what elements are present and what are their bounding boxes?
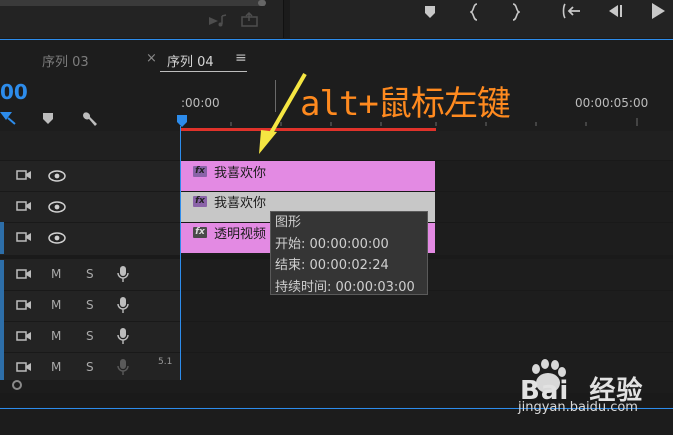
playhead-line[interactable] <box>180 126 181 380</box>
sequence-tab-bar <box>0 41 673 75</box>
tooltip-end: 结束: 00:00:02:24 <box>275 258 389 273</box>
music-note-icon[interactable] <box>208 14 228 28</box>
microphone-icon[interactable] <box>117 265 129 283</box>
panel-divider <box>0 39 673 40</box>
step-back-icon[interactable] <box>606 3 624 19</box>
solo-button[interactable]: S <box>86 267 94 281</box>
solo-button[interactable]: S <box>86 298 94 312</box>
tab-sequence-03[interactable]: 序列 03 <box>42 51 89 70</box>
solo-button[interactable]: S <box>86 360 94 374</box>
sync-lock-icon[interactable] <box>16 169 32 181</box>
play-icon[interactable] <box>650 2 666 20</box>
sync-lock-icon[interactable] <box>16 200 32 212</box>
mute-button[interactable]: M <box>51 298 61 312</box>
fx-badge: fx <box>193 227 207 238</box>
mark-in-icon[interactable] <box>470 3 480 21</box>
add-marker-icon[interactable] <box>42 112 54 126</box>
sync-lock-icon[interactable] <box>16 330 32 342</box>
ruler-start-label: :00:00 <box>181 96 220 110</box>
sync-lock-icon[interactable] <box>16 361 32 373</box>
go-to-in-icon[interactable] <box>562 3 582 19</box>
sync-lock-icon[interactable] <box>16 268 32 280</box>
ruler-end-label: 00:00:05:00 <box>575 96 649 110</box>
marker-icon[interactable] <box>423 5 437 19</box>
clip-tooltip: 图形 开始: 00:00:00:00 结束: 00:00:02:24 持续时间:… <box>270 211 428 295</box>
tooltip-start: 开始: 00:00:00:00 <box>275 236 389 252</box>
eye-icon[interactable] <box>48 232 66 244</box>
mark-out-icon[interactable] <box>510 3 520 21</box>
tab-close-icon[interactable]: × <box>146 51 157 66</box>
eye-icon[interactable] <box>48 201 66 213</box>
mute-button[interactable]: M <box>51 360 61 374</box>
source-panel-controls <box>0 0 284 38</box>
export-frame-icon[interactable] <box>240 12 260 28</box>
zoom-handle[interactable] <box>12 380 22 390</box>
active-tab-underline <box>160 71 247 72</box>
clip-1[interactable]: fx 我喜欢你 <box>181 161 435 191</box>
sync-lock-icon[interactable] <box>16 231 32 243</box>
program-panel-controls <box>290 0 673 38</box>
clip-label: 我喜欢你 <box>214 166 267 181</box>
audio-target-indicator[interactable] <box>0 260 4 380</box>
sync-lock-icon[interactable] <box>16 299 32 311</box>
source-scroll-handle[interactable] <box>258 0 266 6</box>
eye-icon[interactable] <box>48 170 66 182</box>
clip-label: 我喜欢你 <box>214 196 267 211</box>
microphone-icon[interactable] <box>117 327 129 345</box>
tab-sequence-04[interactable]: 序列 04 <box>167 51 214 70</box>
row-divider <box>0 321 673 322</box>
row-divider <box>0 352 673 353</box>
playhead-handle[interactable] <box>176 114 188 128</box>
microphone-icon[interactable] <box>117 296 129 314</box>
timecode-display[interactable]: 00 <box>0 80 28 104</box>
snap-icon[interactable] <box>0 108 18 128</box>
track-target-indicator[interactable] <box>0 222 4 254</box>
solo-button[interactable]: S <box>86 329 94 343</box>
annotation-text: alt+鼠标左键 <box>300 84 511 124</box>
source-scrollbar[interactable] <box>0 0 265 6</box>
wrench-icon[interactable] <box>81 110 99 128</box>
watermark-url: jingyan.baidu.com <box>518 400 638 415</box>
panel-menu-icon[interactable]: ≡ <box>235 50 247 66</box>
microphone-icon[interactable] <box>117 358 129 376</box>
annotation-arrow <box>259 73 307 154</box>
fx-badge: fx <box>193 196 207 207</box>
fx-badge: fx <box>193 166 207 177</box>
channel-format-label: 5.1 <box>158 357 173 367</box>
clip-label: 透明视频 <box>214 227 267 242</box>
tooltip-duration: 持续时间: 00:00:03:00 <box>275 279 415 295</box>
tooltip-title: 图形 <box>275 215 302 230</box>
timeline-empty-area <box>0 131 673 160</box>
mute-button[interactable]: M <box>51 329 61 343</box>
mute-button[interactable]: M <box>51 267 61 281</box>
